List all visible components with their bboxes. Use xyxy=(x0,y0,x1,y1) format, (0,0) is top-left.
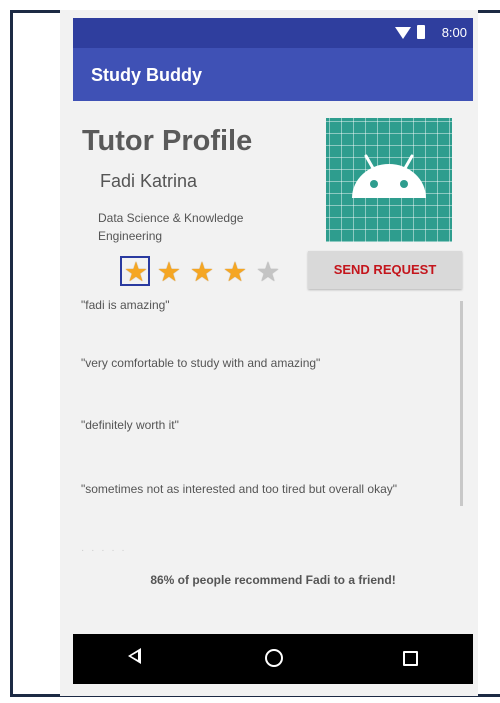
frame-left xyxy=(10,10,13,696)
star-icon[interactable]: ★ xyxy=(187,257,217,287)
star-icon[interactable]: ★ xyxy=(120,256,151,287)
device-screen: 8:00 Study Buddy Tutor Profile Fadi Katr… xyxy=(60,10,478,696)
back-icon-inner xyxy=(131,652,138,660)
navigation-bar xyxy=(73,634,473,684)
page-title: Tutor Profile xyxy=(82,125,253,157)
status-time: 8:00 xyxy=(441,25,467,40)
battery-icon xyxy=(417,25,425,39)
android-robot-icon xyxy=(352,154,426,198)
star-icon[interactable]: ★ xyxy=(154,257,184,287)
avatar xyxy=(326,118,452,242)
reviews-scrollbar[interactable] xyxy=(460,301,463,506)
send-request-button[interactable]: SEND REQUEST xyxy=(308,251,462,289)
app-title: Study Buddy xyxy=(91,65,202,85)
review-item: "sometimes not as interested and too tir… xyxy=(81,482,398,496)
tutor-name: Fadi Katrina xyxy=(100,171,198,191)
frame-top xyxy=(10,10,60,13)
profile-content[interactable]: Tutor Profile Fadi Katrina Data Science … xyxy=(73,101,473,634)
review-item: "fadi is amazing" xyxy=(81,298,170,312)
star-icon[interactable]: ★ xyxy=(220,257,250,287)
recents-icon[interactable] xyxy=(403,651,418,666)
recommendation-text: 86% of people recommend Fadi to a friend… xyxy=(150,573,396,587)
review-item: "very comfortable to study with and amaz… xyxy=(81,356,321,370)
frame-top-right xyxy=(478,10,500,13)
star-icon[interactable]: ★ xyxy=(253,257,283,287)
home-icon[interactable] xyxy=(265,649,283,667)
review-item: "definitely worth it" xyxy=(81,418,179,432)
star-focus-outline xyxy=(120,256,150,286)
more-indicator: · · · · · xyxy=(81,545,127,556)
wifi-icon xyxy=(395,27,411,39)
tutor-department: Data Science & Knowledge Engineering xyxy=(98,211,244,243)
app-bar: Study Buddy xyxy=(73,48,473,101)
status-bar: 8:00 xyxy=(73,18,473,48)
